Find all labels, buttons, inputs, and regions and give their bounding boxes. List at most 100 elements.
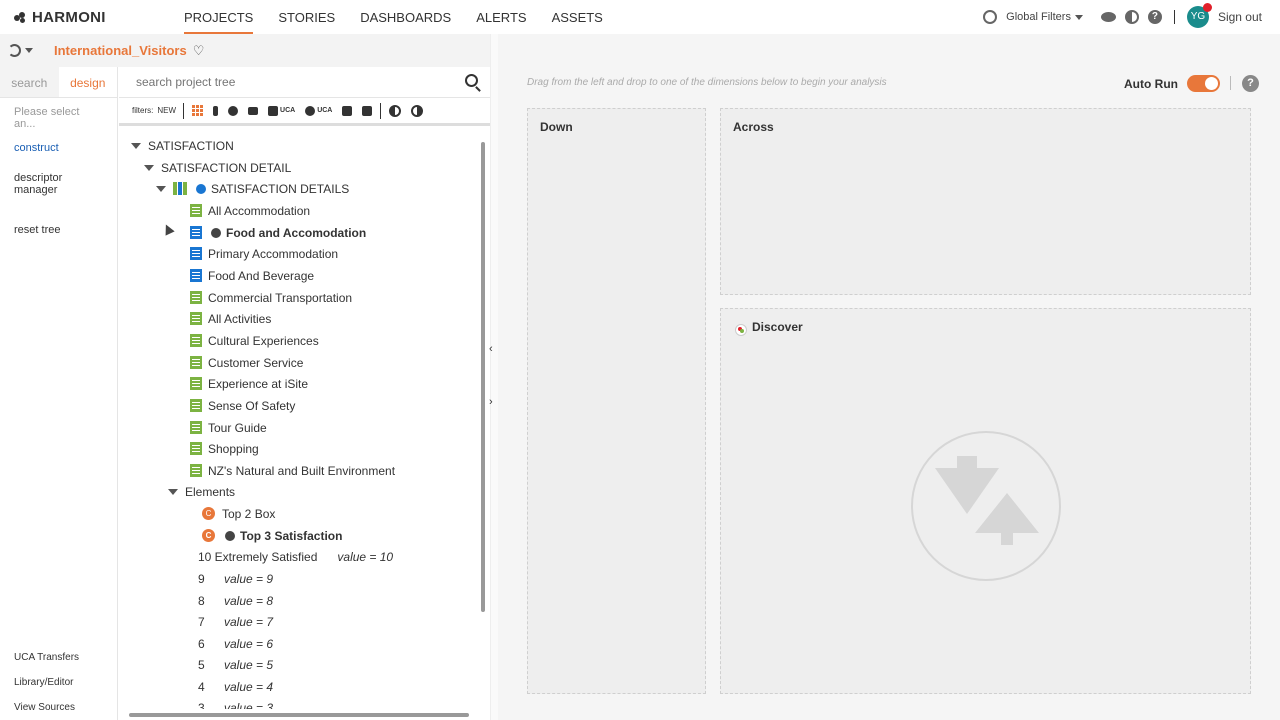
help-icon[interactable]: ?	[1147, 10, 1162, 24]
tree-node-elements[interactable]: Elements	[168, 481, 235, 502]
value-code: 10 Extremely Satisfied	[198, 549, 318, 564]
folder-filter-icon[interactable]	[342, 105, 353, 116]
collapse-triangle-icon[interactable]	[168, 488, 178, 495]
green-doc-icon	[190, 334, 202, 347]
tree-node-satisfaction[interactable]: SATISFACTION	[131, 135, 234, 156]
uca-filter-icon[interactable]: UCA	[268, 105, 295, 116]
design-sidebar: search design Please select an... constr…	[0, 67, 118, 720]
view-sources-link[interactable]: View Sources	[0, 702, 118, 713]
value-row[interactable]: 3 value = 3	[198, 697, 273, 710]
element-label: Top 3 Satisfaction	[240, 528, 343, 543]
value-code: 3	[198, 700, 205, 710]
element-item[interactable]: C Top 3 Satisfaction	[202, 525, 342, 546]
value-text: value = 8	[224, 593, 274, 608]
select-placeholder[interactable]: Please select an...	[0, 98, 117, 138]
contrast-icon[interactable]	[1124, 10, 1139, 24]
tree-search-row	[119, 67, 490, 98]
expand-right-icon[interactable]: ›	[489, 396, 493, 408]
avatar[interactable]: YG	[1186, 3, 1212, 28]
logo-text: HARMONI	[32, 9, 106, 26]
tree-item[interactable]: Sense Of Safety	[190, 395, 295, 416]
auto-run-toggle[interactable]	[1187, 75, 1220, 92]
info-icon[interactable]	[211, 227, 221, 238]
horizontal-scrollbar[interactable]	[129, 713, 469, 717]
value-row[interactable]: 7 value = 7	[198, 611, 273, 632]
collapse-triangle-icon[interactable]	[131, 142, 141, 149]
search-icon[interactable]	[465, 74, 478, 87]
table-filter-icon[interactable]	[362, 105, 373, 116]
nav-projects[interactable]: PROJECTS	[184, 0, 254, 34]
tree-item[interactable]: Customer Service	[190, 352, 303, 373]
half-circle-filter-icon[interactable]	[389, 104, 402, 117]
tree-item-label: Sense Of Safety	[208, 398, 296, 413]
across-zone-title: Across	[733, 120, 774, 134]
collapse-left-icon[interactable]: ‹	[489, 343, 493, 355]
tree-item[interactable]: Shopping	[190, 438, 259, 459]
collapse-triangle-icon[interactable]	[144, 164, 154, 171]
value-row[interactable]: 5 value = 5	[198, 654, 273, 675]
project-tree-panel: filters: NEW UCA UCA SATISFACTION SATISF…	[119, 67, 490, 720]
filter-toolbar: filters: NEW UCA UCA	[119, 98, 490, 126]
value-row[interactable]: 8 value = 8	[198, 590, 273, 611]
value-row[interactable]: 10 Extremely Satisfied value = 10	[198, 546, 393, 567]
collapse-triangle-icon[interactable]	[156, 185, 166, 192]
descriptor-manager-link[interactable]: descriptor manager	[0, 162, 117, 204]
tree-item[interactable]: Food and Accomodation	[190, 222, 366, 243]
value-row[interactable]: 9 value = 9	[198, 568, 273, 589]
tree-item[interactable]: Tour Guide	[190, 417, 267, 438]
tree-item[interactable]: Primary Accommodation	[190, 243, 338, 264]
filter-new[interactable]: NEW	[157, 106, 176, 115]
nav-alerts[interactable]: ALERTS	[476, 0, 526, 34]
drag-drop-icon	[911, 431, 1061, 581]
tree-item[interactable]: Commercial Transportation	[190, 287, 352, 308]
search-input[interactable]	[136, 75, 436, 89]
panel-splitter[interactable]	[490, 34, 498, 720]
help-icon[interactable]: ?	[1242, 75, 1259, 92]
harmoni-logo[interactable]: HARMONI	[14, 9, 106, 26]
global-filters-button[interactable]: Global Filters	[1006, 11, 1071, 23]
avatar-initials: YG	[1190, 11, 1206, 22]
history-button[interactable]	[8, 41, 44, 61]
tree-node-satisfaction-detail[interactable]: SATISFACTION DETAIL	[144, 157, 291, 178]
column-filter-icon[interactable]	[213, 105, 219, 116]
tree-node-satisfaction-details[interactable]: SATISFACTION DETAILS	[156, 178, 349, 199]
invert-filter-icon[interactable]	[411, 104, 424, 117]
tab-search[interactable]: search	[0, 67, 59, 97]
eye-icon[interactable]	[1100, 12, 1116, 22]
discover-drop-zone[interactable]: Discover	[720, 308, 1251, 694]
value-row[interactable]: 6 value = 6	[198, 633, 273, 654]
info-icon[interactable]	[225, 530, 235, 541]
across-drop-zone[interactable]: Across	[720, 108, 1251, 295]
tree-item[interactable]: Food And Beverage	[190, 265, 314, 286]
grid-filter-icon[interactable]	[192, 105, 204, 116]
globe-icon[interactable]	[983, 10, 998, 24]
sort-filter-icon[interactable]	[248, 105, 259, 116]
sign-out-link[interactable]: Sign out	[1218, 10, 1262, 24]
tree-item[interactable]: All Accommodation	[190, 200, 310, 221]
library-editor-link[interactable]: Library/Editor	[0, 677, 118, 688]
tab-design[interactable]: design	[58, 67, 117, 97]
value-row[interactable]: 4 value = 4	[198, 676, 273, 697]
computed-c-icon: C	[202, 507, 215, 520]
down-drop-zone[interactable]: Down	[527, 108, 706, 694]
reset-tree-link[interactable]: reset tree	[0, 204, 117, 244]
vertical-scrollbar[interactable]	[481, 142, 485, 612]
nav-assets[interactable]: ASSETS	[552, 0, 603, 34]
tree-item[interactable]: Experience at iSite	[190, 373, 308, 394]
value-code: 9	[198, 571, 205, 586]
element-item[interactable]: C Top 2 Box	[202, 503, 275, 524]
notification-dot-icon	[1202, 3, 1212, 12]
nav-stories[interactable]: STORIES	[278, 0, 335, 34]
heart-icon[interactable]: ♡	[193, 43, 205, 59]
tree-item[interactable]: All Activities	[190, 308, 271, 329]
uca-info-filter-icon[interactable]: UCA	[305, 105, 332, 116]
location-filter-icon[interactable]	[228, 105, 239, 116]
tree-item[interactable]: NZ's Natural and Built Environment	[190, 460, 395, 481]
tree-item[interactable]: Cultural Experiences	[190, 330, 319, 351]
nav-dashboards[interactable]: DASHBOARDS	[360, 0, 451, 34]
chevron-down-icon[interactable]	[1074, 14, 1083, 20]
construct-link[interactable]: construct	[0, 138, 117, 162]
uca-transfers-link[interactable]: UCA Transfers	[0, 652, 118, 663]
info-icon[interactable]	[196, 183, 206, 194]
history-icon	[8, 44, 21, 57]
